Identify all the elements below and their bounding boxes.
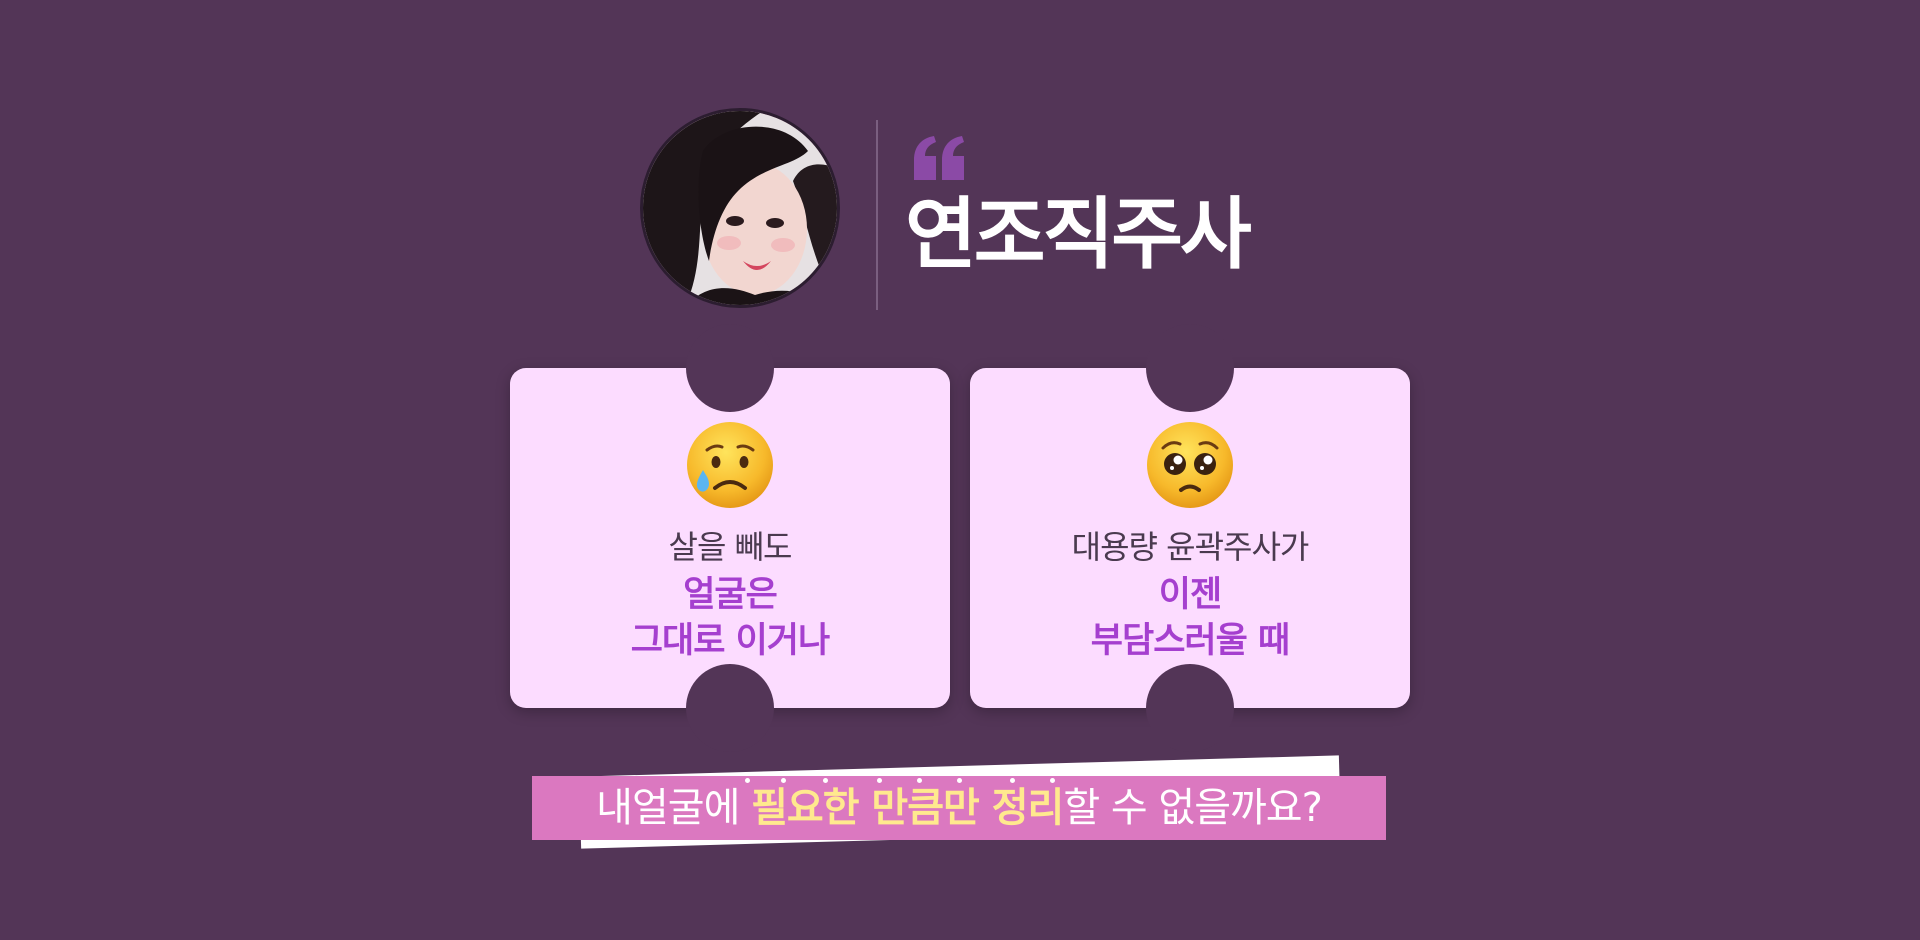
banner-suffix: 할 수 없을까요? [1063,785,1322,831]
banner-prefix: 내얼굴에 [596,785,752,831]
crying-face-icon [685,420,775,510]
card-text-line3: 그대로 이거나 [630,621,830,661]
pleading-face-icon [1145,420,1235,510]
emphasis-dot [1010,778,1015,783]
card-text-line2: 얼굴은 [683,575,778,615]
card-text-line2: 이젠 [1158,575,1222,615]
card-notch-top [686,324,774,412]
card-text-line1: 살을 빼도 [668,528,793,566]
emphasis-dot [823,778,828,783]
card-text-line3: 부담스러울 때 [1090,621,1290,661]
banner-highlight: 필요한 만큼만 정리 [751,785,1064,831]
bottom-banner: 내얼굴에 필요한 만큼만 정리할 수 없을까요? [532,776,1386,840]
vertical-divider [876,120,878,310]
emphasis-dot [1050,778,1055,783]
emphasis-dot [745,778,750,783]
avatar [640,108,840,308]
card-right: 대용량 윤곽주사가 이젠 부담스러울 때 [970,324,1410,752]
quote-mark-icon [912,132,968,188]
card-notch-top [1146,324,1234,412]
emphasis-dot [781,778,786,783]
card-notch-bottom [1146,664,1234,752]
emphasis-dot [957,778,962,783]
emphasis-dot [917,778,922,783]
card-left: 살을 빼도 얼굴은 그대로 이거나 [510,324,950,752]
card-text-line1: 대용량 윤곽주사가 [1071,528,1310,566]
emphasis-dot [877,778,882,783]
page-title: 연조직주사 [905,190,1252,280]
card-notch-bottom [686,664,774,752]
avatar-portrait-image [643,111,837,305]
